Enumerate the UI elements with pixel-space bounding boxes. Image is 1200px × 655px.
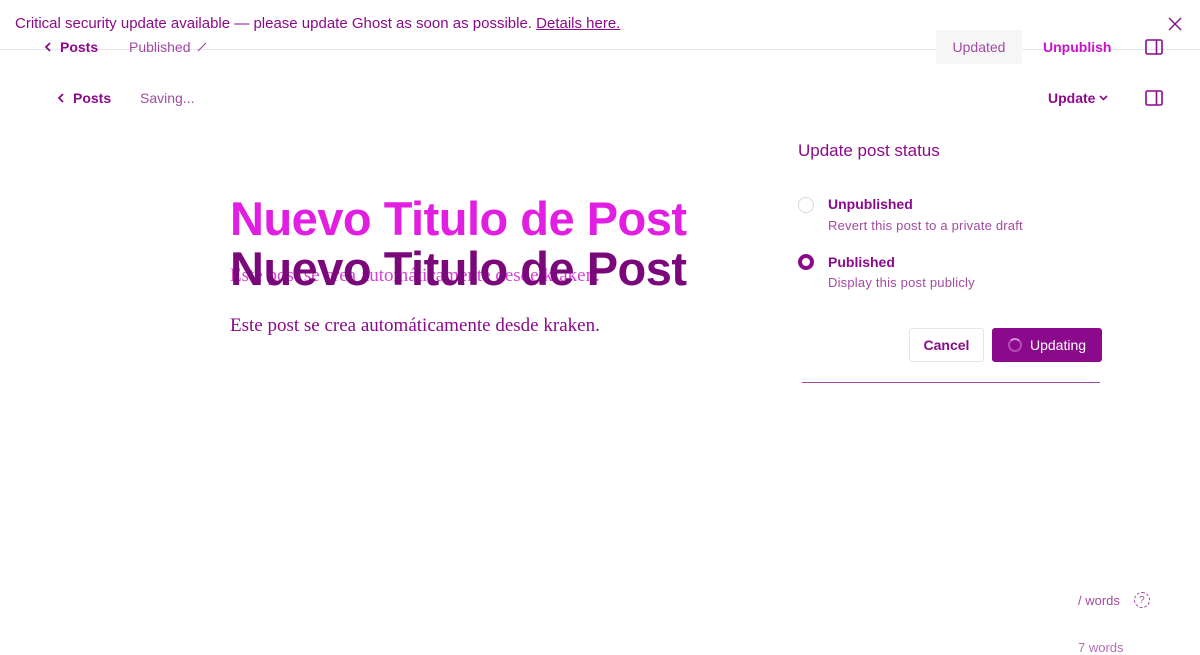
- panel-divider: [802, 382, 1100, 383]
- unpublished-description: Revert this post to a private draft: [828, 218, 1023, 233]
- chevron-left-icon: [44, 42, 51, 52]
- published-label[interactable]: Published: [828, 254, 895, 270]
- unpublished-label[interactable]: Unpublished: [828, 196, 913, 212]
- updated-chip: Updated: [936, 30, 1022, 64]
- save-status: Saving...: [140, 90, 195, 106]
- ghost-status: Published: [129, 39, 207, 55]
- post-title-ghost: Nuevo Titulo de Post: [230, 242, 687, 295]
- updating-label: Updating: [1029, 337, 1087, 353]
- chevron-left-icon: [57, 93, 64, 103]
- back-label: Posts: [73, 90, 112, 106]
- update-label: Update: [1048, 90, 1096, 106]
- published-radio[interactable]: [798, 254, 814, 270]
- updated-label: Updated: [952, 39, 1006, 55]
- sidebar-toggle-icon[interactable]: [1145, 90, 1163, 106]
- ghost-sidebar-toggle-icon[interactable]: [1145, 39, 1163, 55]
- close-icon[interactable]: [1165, 14, 1185, 34]
- updating-button[interactable]: Updating: [992, 328, 1102, 362]
- ghost-status-label: Published: [129, 39, 191, 55]
- ghost-back-to-posts[interactable]: Posts: [44, 39, 98, 55]
- published-description: Display this post publicly: [828, 275, 975, 290]
- panel-heading: Update post status: [798, 141, 940, 160]
- help-icon[interactable]: ?: [1133, 592, 1150, 608]
- post-title-input[interactable]: Nuevo Titulo de Post: [230, 191, 687, 246]
- post-body-editor[interactable]: Este post se crea automáticamente desde …: [230, 315, 600, 337]
- banner-text: Critical security update available — ple…: [15, 15, 620, 32]
- banner-details-link[interactable]: Details here.: [536, 15, 620, 32]
- pencil-icon: [197, 42, 206, 52]
- back-to-posts[interactable]: Posts: [57, 90, 111, 106]
- update-dropdown-button[interactable]: Update: [1048, 90, 1109, 106]
- chevron-down-icon: [1099, 95, 1109, 101]
- ghost-back-label: Posts: [60, 39, 99, 55]
- unpublish-button[interactable]: Unpublish: [1043, 39, 1111, 55]
- banner-message: Critical security update available — ple…: [15, 15, 532, 32]
- cancel-button[interactable]: Cancel: [909, 328, 984, 362]
- spinner-icon: [1007, 338, 1022, 352]
- word-count-label: / words: [1078, 592, 1120, 608]
- word-count: / words ?: [1078, 592, 1150, 608]
- unpublished-radio[interactable]: [798, 197, 814, 213]
